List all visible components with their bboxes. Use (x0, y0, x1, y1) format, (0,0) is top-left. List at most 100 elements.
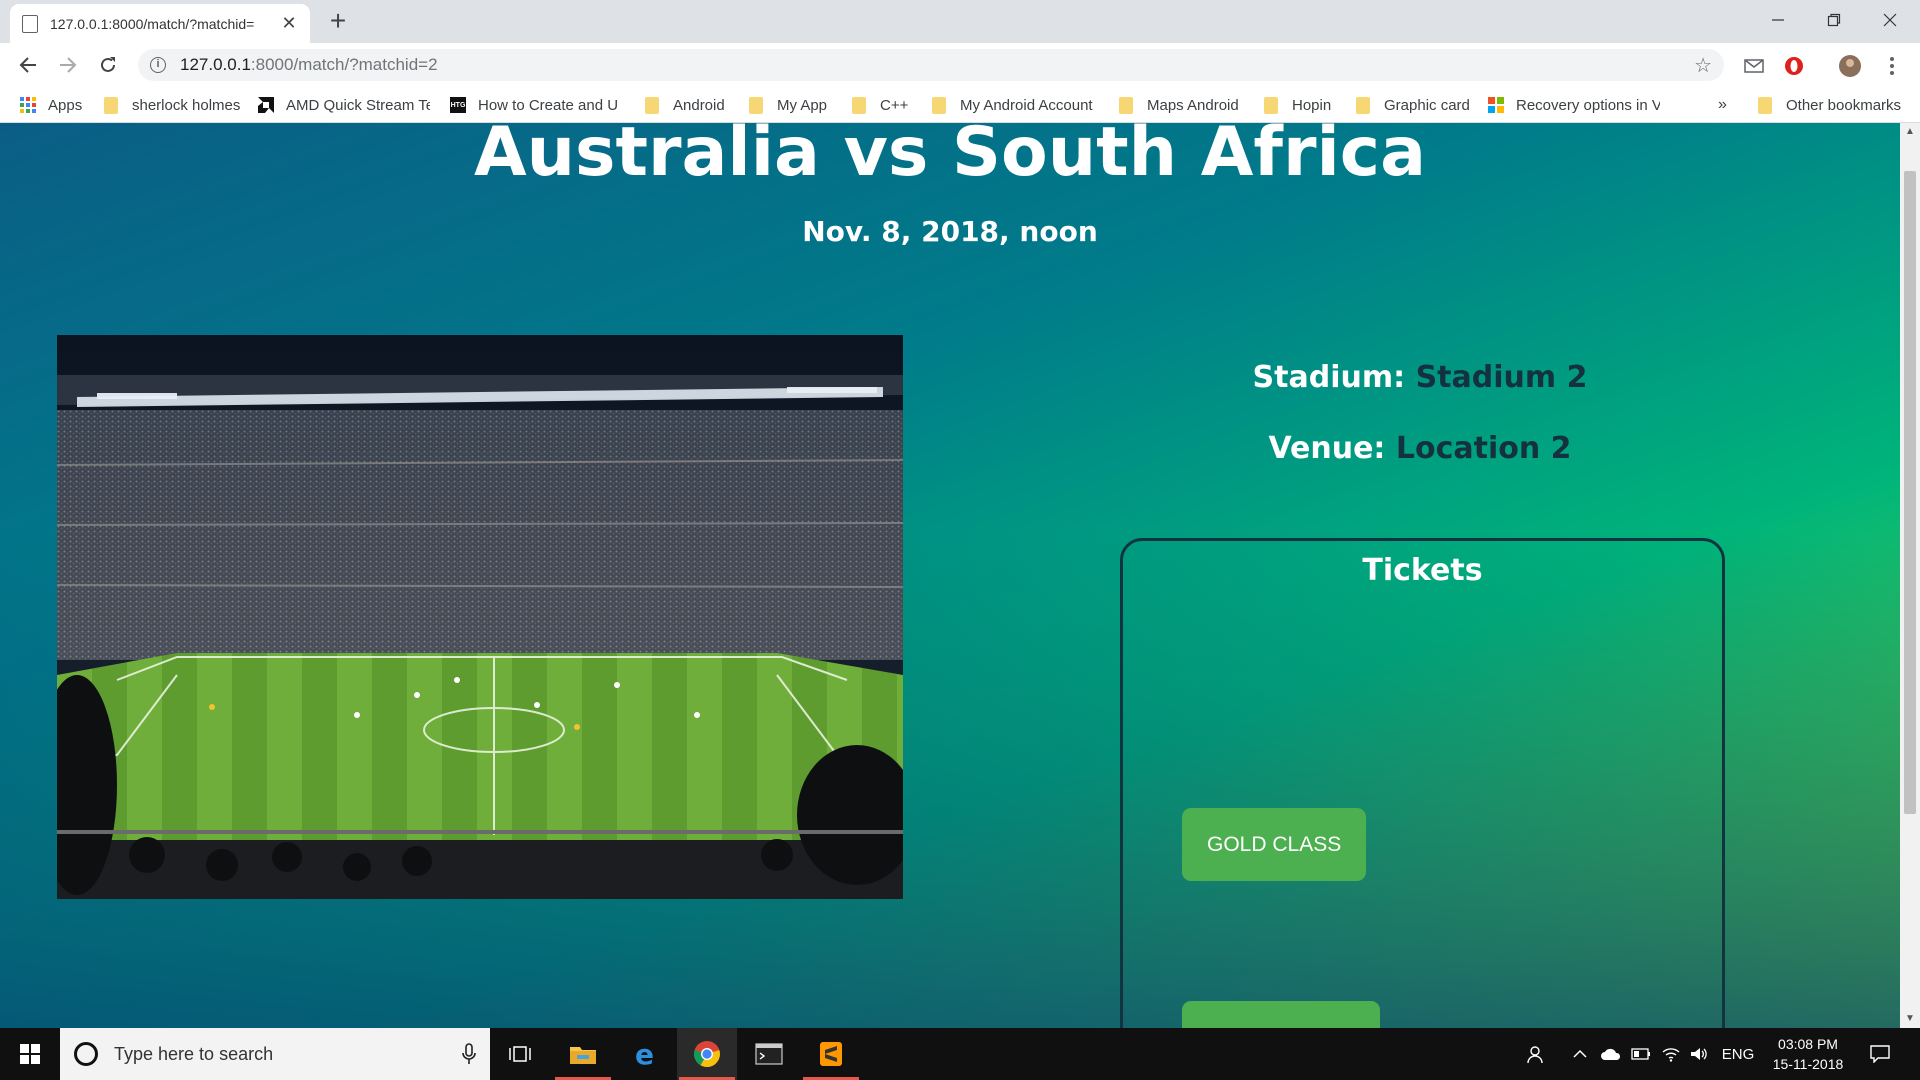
bookmark-how-to-create[interactable]: HTG How to Create and U (450, 93, 622, 117)
tab-title: 127.0.0.1:8000/match/?matchid= (50, 15, 255, 32)
taskbar-clock[interactable]: 03:08 PM 15-11-2018 (1760, 1034, 1856, 1074)
bookmark-label: Android (673, 96, 725, 114)
folder-icon (932, 96, 946, 114)
windows-start-icon (20, 1044, 40, 1064)
back-button[interactable] (14, 51, 42, 79)
bookmarks-overflow-button[interactable]: » (1718, 93, 1727, 117)
edge-icon: e (635, 1041, 654, 1067)
folder-icon (749, 96, 763, 114)
taskbar-search-box[interactable]: Type here to search (60, 1028, 490, 1080)
bookmark-hopin[interactable]: Hopin (1264, 93, 1331, 117)
page-icon (22, 14, 38, 33)
onedrive-cloud-icon[interactable] (1596, 1028, 1626, 1080)
file-explorer-icon (570, 1047, 596, 1064)
new-tab-button[interactable]: + (322, 6, 354, 36)
reload-button[interactable] (94, 51, 122, 79)
search-placeholder: Type here to search (114, 1043, 274, 1064)
forward-arrow-icon (60, 57, 77, 73)
gold-class-button[interactable]: GOLD CLASS (1182, 808, 1367, 881)
battery-icon[interactable] (1628, 1028, 1654, 1080)
opera-extension-icon[interactable] (1782, 54, 1806, 78)
amd-icon (258, 97, 274, 113)
venue-value: Location 2 (1395, 431, 1572, 466)
bookmark-cpp[interactable]: C++ (852, 93, 908, 117)
scrollbar-thumb[interactable] (1904, 171, 1916, 814)
bookmarks-bar: Apps sherlock holmes AMD Quick Stream Te… (0, 87, 1920, 123)
apps-grid-icon (20, 97, 36, 113)
bookmark-graphic-card[interactable]: Graphic card (1356, 93, 1470, 117)
chrome-button[interactable] (677, 1028, 737, 1080)
minimize-icon[interactable] (1750, 0, 1806, 40)
bookmark-label: Recovery options in V (1516, 96, 1660, 114)
bookmark-android[interactable]: Android (645, 93, 725, 117)
bookmark-label: Maps Android (1147, 96, 1239, 114)
people-icon[interactable] (1522, 1028, 1552, 1080)
stadium-info: Stadium: Stadium 2 (1120, 360, 1720, 395)
stadium-label: Stadium: (1252, 360, 1406, 395)
scroll-up-arrow-icon[interactable]: ▲ (1900, 123, 1920, 141)
clock-time: 03:08 PM (1778, 1036, 1838, 1052)
forward-button[interactable] (54, 51, 82, 79)
start-button[interactable] (0, 1028, 60, 1080)
bookmark-label: My Android Account (960, 96, 1093, 114)
folder-icon (104, 96, 118, 114)
folder-icon (852, 96, 866, 114)
browser-tab[interactable]: 127.0.0.1:8000/match/?matchid= ✕ (10, 4, 310, 43)
folder-icon (1264, 96, 1278, 114)
bookmark-apps[interactable]: Apps (20, 93, 82, 117)
bookmark-recovery-options[interactable]: Recovery options in V (1488, 93, 1660, 117)
page-scrollbar[interactable]: ▲ ▼ (1900, 123, 1920, 1028)
task-view-button[interactable] (490, 1028, 550, 1080)
action-center-icon[interactable] (1860, 1028, 1900, 1080)
sublime-text-icon (820, 1042, 842, 1066)
terminal-icon (755, 1043, 783, 1065)
close-tab-icon[interactable]: ✕ (280, 13, 298, 34)
htg-icon: HTG (450, 97, 466, 113)
wifi-icon[interactable] (1658, 1028, 1684, 1080)
bookmark-amd-quick-stream[interactable]: AMD Quick Stream Te (258, 93, 430, 117)
bookmark-sherlock-holmes[interactable]: sherlock holmes (104, 93, 240, 117)
other-bookmarks[interactable]: Other bookmarks (1758, 93, 1901, 117)
profile-avatar[interactable] (1838, 54, 1862, 78)
bookmark-maps-android[interactable]: Maps Android (1119, 93, 1239, 117)
folder-icon (1119, 96, 1133, 114)
menu-kebab-icon[interactable] (1880, 54, 1904, 78)
stadium-value: Stadium 2 (1415, 360, 1588, 395)
show-hidden-icons-chevron-up-icon[interactable] (1568, 1028, 1592, 1080)
terminal-button[interactable] (739, 1028, 799, 1080)
address-bar[interactable]: i 127.0.0.1:8000/match/?matchid=2 ☆ (138, 49, 1724, 81)
clock-date: 15-11-2018 (1772, 1056, 1844, 1072)
microphone-icon[interactable] (462, 1043, 476, 1065)
stadium-photo (57, 335, 903, 899)
venue-label: Venue: (1268, 431, 1386, 466)
tab-strip: 127.0.0.1:8000/match/?matchid= ✕ + (0, 0, 1920, 43)
edge-button[interactable]: e (616, 1028, 676, 1080)
mail-extension-icon[interactable] (1742, 54, 1766, 78)
folder-icon (1356, 96, 1370, 114)
chrome-icon (694, 1041, 720, 1068)
tickets-heading: Tickets (1362, 553, 1483, 588)
language-indicator[interactable]: ENG (1716, 1028, 1760, 1080)
site-info-icon[interactable]: i (150, 57, 166, 73)
bookmark-my-app[interactable]: My App (749, 93, 827, 117)
restore-icon[interactable] (1806, 0, 1862, 40)
bookmark-label: C++ (880, 96, 909, 114)
bookmark-label: Other bookmarks (1786, 96, 1902, 114)
match-date: Nov. 8, 2018, noon (802, 215, 1098, 248)
bookmark-label: Graphic card (1384, 96, 1470, 114)
bookmark-my-android-account[interactable]: My Android Account (932, 93, 1093, 117)
task-view-icon (509, 1046, 531, 1062)
close-window-icon[interactable] (1862, 0, 1918, 40)
windows-logo-icon (1488, 97, 1504, 113)
bookmark-label: AMD Quick Stream Te (286, 96, 430, 114)
windows-taskbar: Type here to search e ENG 03:08 PM 15-11… (0, 1028, 1920, 1080)
scroll-down-arrow-icon[interactable]: ▼ (1900, 1010, 1920, 1028)
bookmark-star-icon[interactable]: ☆ (1694, 53, 1712, 78)
bookmark-label: My App (777, 96, 828, 114)
sublime-text-button[interactable] (801, 1028, 861, 1080)
silver-class-button[interactable]: SILVER CLASS (1182, 1001, 1380, 1028)
volume-icon[interactable] (1686, 1028, 1712, 1080)
file-explorer-button[interactable] (553, 1028, 613, 1080)
bookmark-label: How to Create and U (478, 96, 619, 114)
url-text[interactable]: 127.0.0.1:8000/match/?matchid=2 (180, 55, 1694, 75)
